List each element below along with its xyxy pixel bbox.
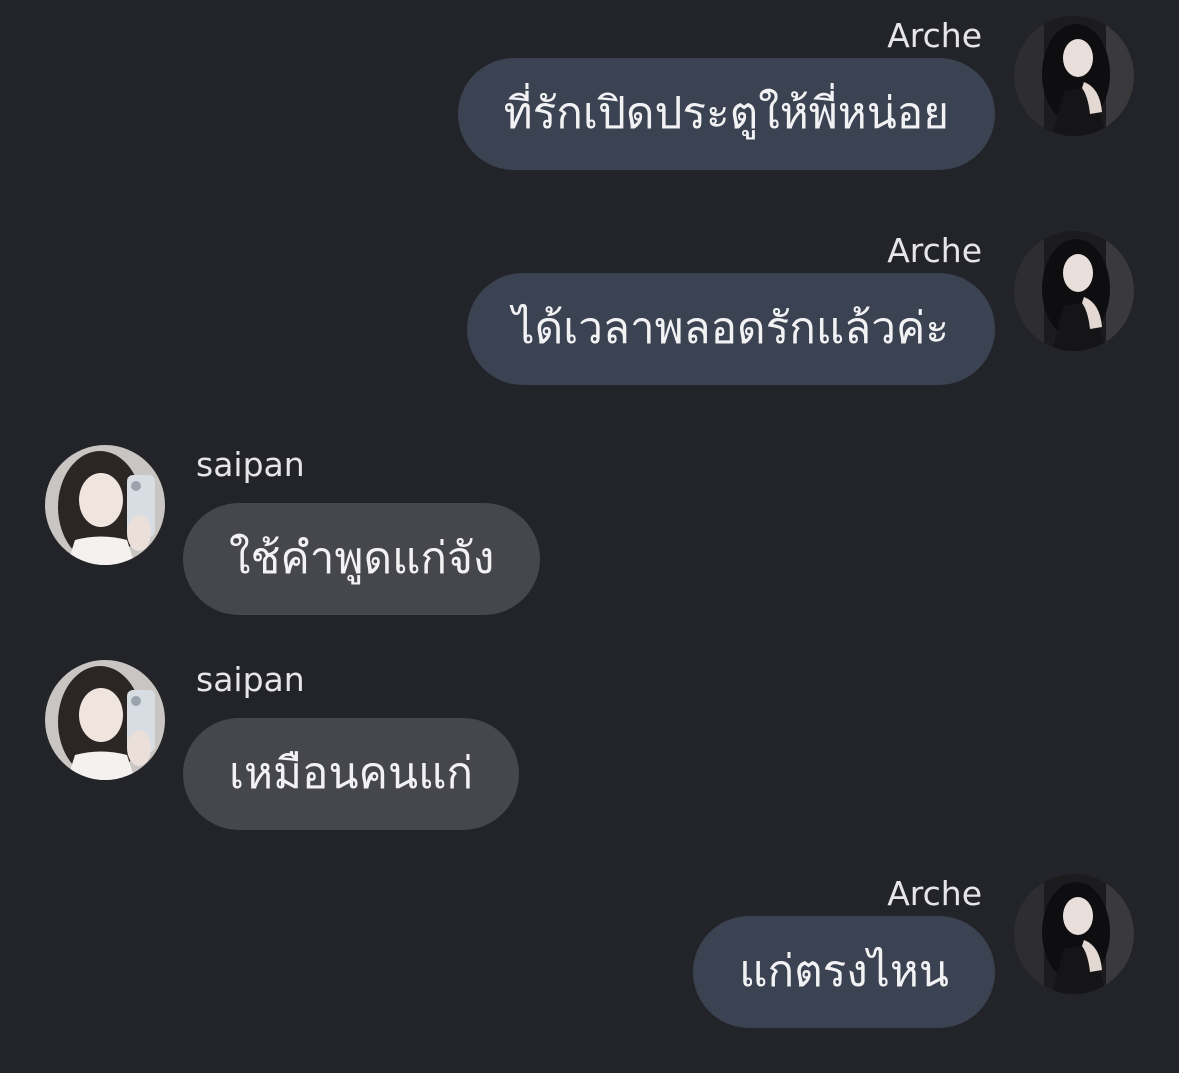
- message-bubble[interactable]: ใช้คำพูดแก่จัง: [183, 503, 541, 615]
- sender-name: saipan: [196, 445, 305, 484]
- avatar[interactable]: [45, 660, 165, 780]
- sender-name: Arche: [887, 231, 982, 270]
- chat-thread: Arche ที่รักเปิดประตูให้พี่หน่อย Arche ไ…: [0, 0, 1179, 1073]
- message-row: Arche ที่รักเปิดประตูให้พี่หน่อย: [0, 0, 1179, 175]
- avatar[interactable]: [1014, 16, 1134, 136]
- message-bubble[interactable]: เหมือนคนแก่: [183, 718, 520, 830]
- message-row: Arche ได้เวลาพลอดรักแล้วค่ะ: [0, 215, 1179, 390]
- avatar[interactable]: [45, 445, 165, 565]
- message-bubble[interactable]: ได้เวลาพลอดรักแล้วค่ะ: [466, 273, 995, 385]
- sender-name: saipan: [196, 660, 305, 699]
- message-row: saipan เหมือนคนแก่: [0, 660, 1179, 835]
- sender-name: Arche: [887, 874, 982, 913]
- sender-name: Arche: [887, 16, 982, 55]
- message-bubble[interactable]: แก่ตรงไหน: [693, 916, 995, 1028]
- avatar[interactable]: [1014, 231, 1134, 351]
- message-row: saipan ใช้คำพูดแก่จัง: [0, 445, 1179, 620]
- message-bubble[interactable]: ที่รักเปิดประตูให้พี่หน่อย: [457, 58, 995, 170]
- avatar[interactable]: [1014, 874, 1134, 994]
- message-row: Arche แก่ตรงไหน: [0, 858, 1179, 1033]
